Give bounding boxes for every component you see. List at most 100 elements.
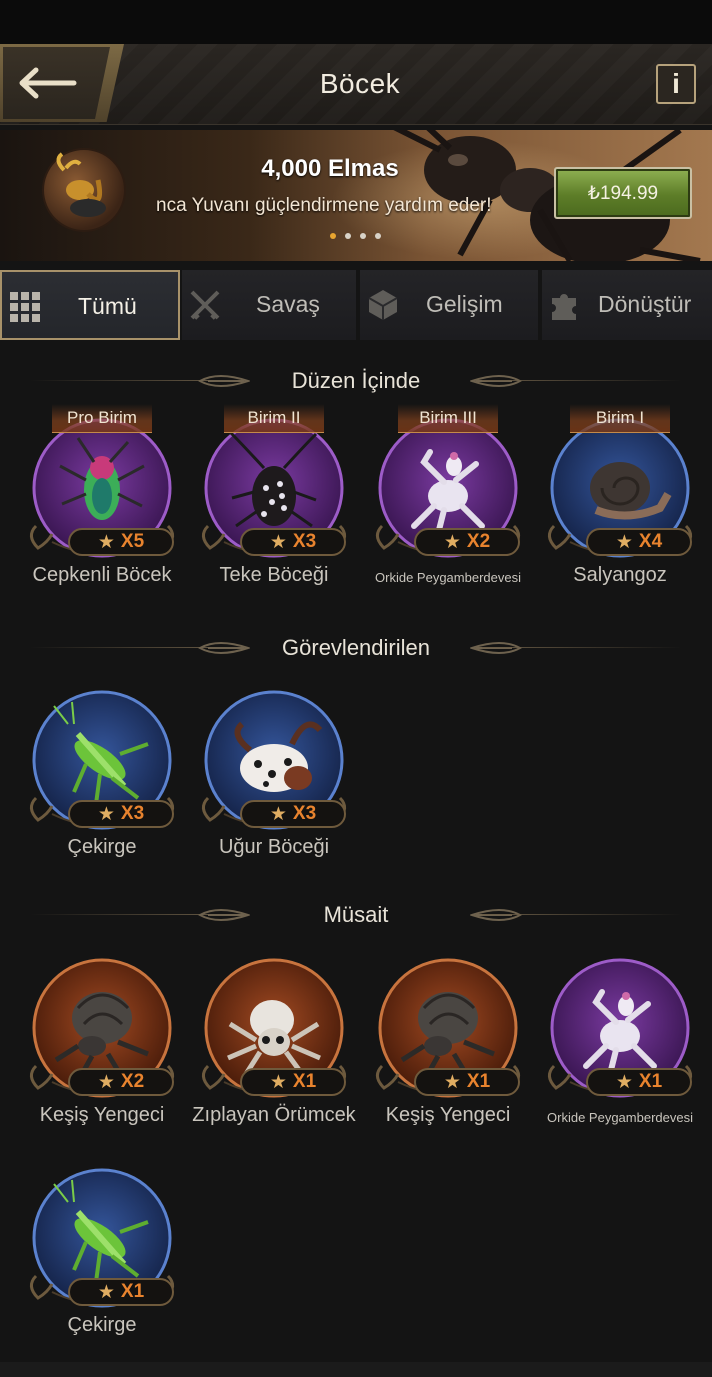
tab-label: Gelişim <box>426 291 503 317</box>
count-value: X2 <box>466 531 491 552</box>
info-button[interactable]: i <box>656 64 696 104</box>
arrow-left-icon <box>19 67 77 99</box>
section-header-assigned: Görevlendirilen <box>0 633 712 663</box>
tab-transform[interactable]: Dönüştür <box>542 270 712 340</box>
crossed-swords-icon <box>190 290 220 320</box>
count-value: X3 <box>292 803 317 824</box>
star-icon: ★ <box>97 1281 115 1303</box>
star-count-badge: ★ X3 <box>68 800 174 828</box>
star-icon: ★ <box>269 1071 287 1093</box>
insect-card[interactable]: ★ X1 Çekirge <box>22 1154 182 1344</box>
count-value: X5 <box>120 531 145 552</box>
star-count-badge: ★ X5 <box>68 528 174 556</box>
insect-name: Çekirge <box>67 836 137 858</box>
divider-line <box>482 914 682 915</box>
star-count-badge: ★ X1 <box>586 1068 692 1096</box>
insect-name: Keşiş Yengeci <box>39 1104 165 1126</box>
pagination-dot[interactable] <box>345 233 351 239</box>
tab-label: Savaş <box>256 291 320 317</box>
section-header-available: Müsait <box>0 900 712 930</box>
pagination-dot[interactable] <box>360 233 366 239</box>
leaf-ornament-icon <box>470 909 522 921</box>
star-icon: ★ <box>269 803 287 825</box>
unit-rank-label: Birim III <box>398 404 498 433</box>
tab-growth[interactable]: Gelişim <box>360 270 538 340</box>
insect-card[interactable]: ★ X3 Uğur Böceği <box>194 676 354 866</box>
tab-all[interactable]: Tümü <box>0 270 180 340</box>
insect-name: Salyangoz <box>573 564 667 586</box>
puzzle-icon <box>552 294 576 320</box>
insect-card[interactable]: Pro Birim ★ X5 Cepkenli Böcek <box>22 404 182 594</box>
count-value: X3 <box>120 803 145 824</box>
star-icon: ★ <box>97 803 115 825</box>
page-title: Böcek <box>319 68 401 99</box>
leaf-ornament-icon <box>470 642 522 654</box>
insect-card[interactable]: Birim I ★ X4 Salyangoz <box>540 404 700 594</box>
unit-rank-label: Birim II <box>224 404 324 433</box>
header-bar: Böcek i <box>0 44 712 125</box>
count-value: X4 <box>638 531 663 552</box>
count-value: X1 <box>638 1071 663 1092</box>
insect-card[interactable]: ★ X3 Çekirge <box>22 676 182 866</box>
star-icon: ★ <box>97 531 115 553</box>
star-icon: ★ <box>443 1071 461 1093</box>
section-title: Düzen İçinde <box>291 368 421 393</box>
insect-card[interactable]: Birim III ★ X2 Orkide Peygamberdevesi <box>368 404 528 594</box>
unit-rank-label: Pro Birim <box>52 404 152 433</box>
divider-line <box>482 380 682 381</box>
insect-name: Çekirge <box>67 1314 137 1336</box>
insect-name: Uğur Böceği <box>218 836 330 858</box>
banner-title: 4,000 Elmas <box>261 155 399 182</box>
count-value: X3 <box>292 531 317 552</box>
back-button[interactable] <box>0 44 124 122</box>
insect-name: Keşiş Yengeci <box>385 1104 511 1126</box>
star-icon: ★ <box>615 1071 633 1093</box>
count-value: X1 <box>120 1281 145 1302</box>
tab-label: Dönüştür <box>598 291 692 317</box>
star-count-badge: ★ X3 <box>240 528 346 556</box>
insect-card[interactable]: ★ X2 Keşiş Yengeci <box>22 944 182 1134</box>
count-value: X1 <box>466 1071 491 1092</box>
star-icon: ★ <box>97 1071 115 1093</box>
star-count-badge: ★ X2 <box>68 1068 174 1096</box>
insect-name: Cepkenli Böcek <box>32 564 172 586</box>
insect-name: Teke Böceği <box>219 564 329 586</box>
insect-card[interactable]: ★ X1 Keşiş Yengeci <box>368 944 528 1134</box>
section-title: Görevlendirilen <box>282 635 430 660</box>
tab-label: Tümü <box>78 293 137 319</box>
insect-card[interactable]: Birim II ★ X3 Teke Böceği <box>194 404 354 594</box>
unit-rank-label: Birim I <box>570 404 670 433</box>
banner-subtitle: nca Yuvanı güçlendirmene yardım eder! <box>156 195 492 216</box>
filter-tabs: Tümü Savaş Gelişim Dönüştür <box>0 268 712 340</box>
count-value: X1 <box>292 1071 317 1092</box>
banner-pagination <box>330 233 381 239</box>
star-icon: ★ <box>615 531 633 553</box>
tab-combat[interactable]: Savaş <box>182 270 356 340</box>
star-count-badge: ★ X4 <box>586 528 692 556</box>
section-header-in-formation: Düzen İçinde <box>0 366 712 396</box>
count-value: X2 <box>120 1071 145 1092</box>
insect-card[interactable]: ★ X1 Zıplayan Örümcek <box>192 944 356 1134</box>
scorpion-avatar <box>42 148 126 232</box>
divider-line <box>482 647 682 648</box>
cube-icon <box>368 290 398 320</box>
star-icon: ★ <box>443 531 461 553</box>
star-count-badge: ★ X1 <box>240 1068 346 1096</box>
insect-card[interactable]: ★ X1 Orkide Peygamberdevesi <box>540 944 700 1134</box>
bottom-edge <box>0 1362 712 1377</box>
insect-name: Zıplayan Örümcek <box>192 1104 356 1126</box>
insect-name: Orkide Peygamberdevesi <box>375 570 521 585</box>
scorpion-icon <box>56 152 106 217</box>
section-title: Müsait <box>323 902 389 927</box>
insect-name: Orkide Peygamberdevesi <box>547 1110 693 1125</box>
buy-price-button[interactable]: ₺194.99 <box>554 167 692 219</box>
leaf-ornament-icon <box>470 375 522 387</box>
grid-icon <box>10 292 40 322</box>
pagination-dot[interactable] <box>330 233 336 239</box>
pagination-dot[interactable] <box>375 233 381 239</box>
star-count-badge: ★ X1 <box>68 1278 174 1306</box>
star-count-badge: ★ X1 <box>414 1068 520 1096</box>
star-icon: ★ <box>269 531 287 553</box>
status-bar <box>0 0 712 44</box>
star-count-badge: ★ X2 <box>414 528 520 556</box>
